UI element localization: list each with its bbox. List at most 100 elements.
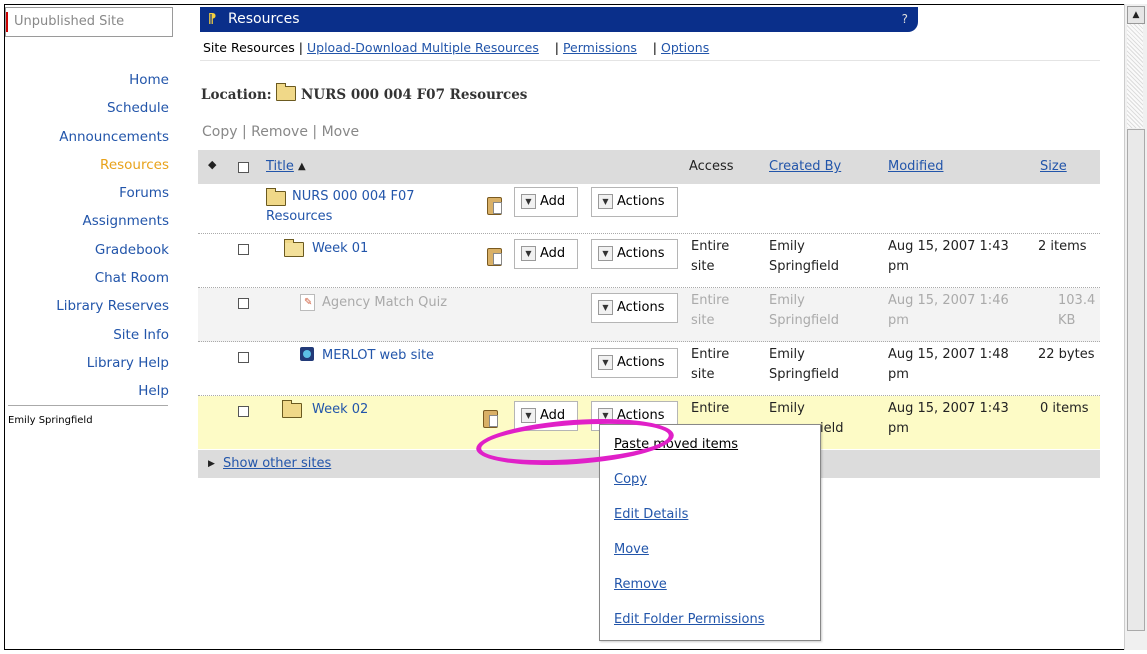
paste-icon[interactable] [487,248,502,266]
menu-item-copy[interactable]: Copy [614,472,647,487]
chevron-down-icon: ▼ [521,408,536,423]
subnav-permissions[interactable]: Permissions [563,40,637,55]
sidebar-item-forums[interactable]: Forums [6,183,169,211]
row-title[interactable]: Agency Match Quiz [322,293,447,313]
bulk-commands: Copy | Remove | Move [202,124,360,140]
quiz-document-icon: ✎ [300,294,315,311]
access-value: Entire [691,293,730,308]
access-value: Entire [691,347,730,362]
modified-column-header[interactable]: Modified [888,157,943,177]
menu-item-edit-folder-permissions[interactable]: Edit Folder Permissions [614,612,765,627]
sidebar-item-site-info[interactable]: Site Info [6,325,169,353]
modified-value-cont: pm [888,421,909,436]
menu-item-move[interactable]: Move [614,542,649,557]
modified-value: Aug 15, 2007 1:46 [888,293,1009,308]
status-marker-icon [6,12,12,32]
menu-item-edit-details[interactable]: Edit Details [614,507,688,522]
row-checkbox[interactable] [238,352,249,363]
created-by-value: Emily [769,401,805,416]
size-value: 22 bytes [1038,347,1095,362]
row-title[interactable]: MERLOT web site [322,346,434,366]
actions-button[interactable]: ▼ Actions [591,348,678,378]
folder-icon [266,188,286,206]
sidebar-item-library-reserves[interactable]: Library Reserves [6,296,169,324]
row-title[interactable]: Week 01 [312,239,368,259]
access-value: Entire [691,239,730,254]
created-by-value-cont: ield [820,421,844,436]
size-column-header[interactable]: Size [1040,157,1067,177]
add-button[interactable]: ▼ Add [514,239,578,269]
chevron-down-icon: ▼ [598,300,613,315]
access-value-cont: site [691,313,715,328]
sidebar-item-home[interactable]: Home [6,70,169,98]
row-checkbox[interactable] [238,244,249,255]
menu-item-remove[interactable]: Remove [614,577,667,592]
sidebar-item-chat-room[interactable]: Chat Room [6,268,169,296]
location-breadcrumb: Location: NURS 000 004 F07 Resources [201,83,527,103]
sidebar-item-gradebook[interactable]: Gradebook [6,240,169,268]
help-icon[interactable]: ? [902,7,908,32]
size-value: 0 items [1040,401,1089,416]
sidebar-item-resources[interactable]: Resources [6,155,169,183]
row-title-cont[interactable]: Resources [266,207,332,227]
chevron-down-icon: ▼ [598,246,613,261]
sidebar-item-announcements[interactable]: Announcements [6,127,169,155]
modified-value: Aug 15, 2007 1:48 [888,347,1009,362]
created-by-value: Emily [769,293,805,308]
sidebar-divider [8,405,168,406]
table-row: NURS 000 004 F07 Resources ▼ Add ▼ Actions [198,184,1100,234]
modified-value-cont: pm [888,367,909,382]
scroll-track[interactable] [1127,24,1143,128]
paste-icon[interactable] [487,197,502,215]
title-column-header[interactable]: Title [266,157,294,177]
row-checkbox[interactable] [238,406,249,417]
current-user-name: Emily Springfield [8,415,93,426]
size-value: 2 items [1038,239,1087,254]
select-all-checkbox[interactable] [238,162,249,173]
access-value-cont: site [691,367,715,382]
sort-toggle-icon[interactable]: ◆ [208,158,216,171]
subnav-upload-download[interactable]: Upload-Download Multiple Resources [307,40,539,55]
chevron-down-icon: ▼ [598,355,613,370]
chevron-down-icon: ▼ [521,246,536,261]
tool-title: Resources [228,11,300,27]
add-button[interactable]: ▼ Add [514,187,578,217]
folder-icon [276,83,297,101]
vertical-scrollbar[interactable]: ▲ [1124,4,1147,650]
subnav-site-resources: Site Resources [203,40,295,55]
subnav-divider [200,60,1100,61]
table-row: MERLOT web site ▼ Actions Entire site Emi… [198,342,1100,396]
table-row: ✎ Agency Match Quiz ▼ Actions Entire site… [198,288,1100,342]
subnav-options[interactable]: Options [661,40,709,55]
actions-button[interactable]: ▼ Actions [591,293,678,323]
folder-icon[interactable] [282,400,302,418]
modified-value: Aug 15, 2007 1:43 [888,401,1009,416]
resources-tool-icon: ⁋ [208,12,217,27]
tool-subnav: Site Resources | Upload-Download Multipl… [203,40,710,55]
row-title[interactable]: Week 02 [312,400,368,420]
remove-command[interactable]: Remove [251,124,308,140]
created-by-value: Emily [769,239,805,254]
sidebar-nav: Home Schedule Announcements Resources Fo… [6,70,169,410]
paste-icon[interactable] [483,410,498,428]
created-by-value: Emily [769,347,805,362]
created-by-column-header[interactable]: Created By [769,157,841,177]
sidebar-item-library-help[interactable]: Library Help [6,353,169,381]
size-value: 103.4 [1058,293,1096,308]
actions-button[interactable]: ▼ Actions [591,239,678,269]
scroll-up-icon[interactable]: ▲ [1127,6,1145,24]
row-title[interactable]: NURS 000 004 F07 [292,187,415,207]
modified-value-cont: pm [888,313,909,328]
move-command[interactable]: Move [322,124,360,140]
show-other-sites-link[interactable]: Show other sites [223,450,331,478]
copy-command[interactable]: Copy [202,124,238,140]
expand-arrow-icon[interactable]: ▶ [208,450,215,478]
sidebar-item-schedule[interactable]: Schedule [6,98,169,126]
actions-button[interactable]: ▼ Actions [591,187,678,217]
access-value: Entire [691,401,730,416]
scroll-thumb[interactable] [1127,129,1145,631]
chevron-down-icon: ▼ [598,194,613,209]
row-checkbox[interactable] [238,298,249,309]
sidebar-item-assignments[interactable]: Assignments [6,211,169,239]
open-folder-icon[interactable] [284,239,304,257]
